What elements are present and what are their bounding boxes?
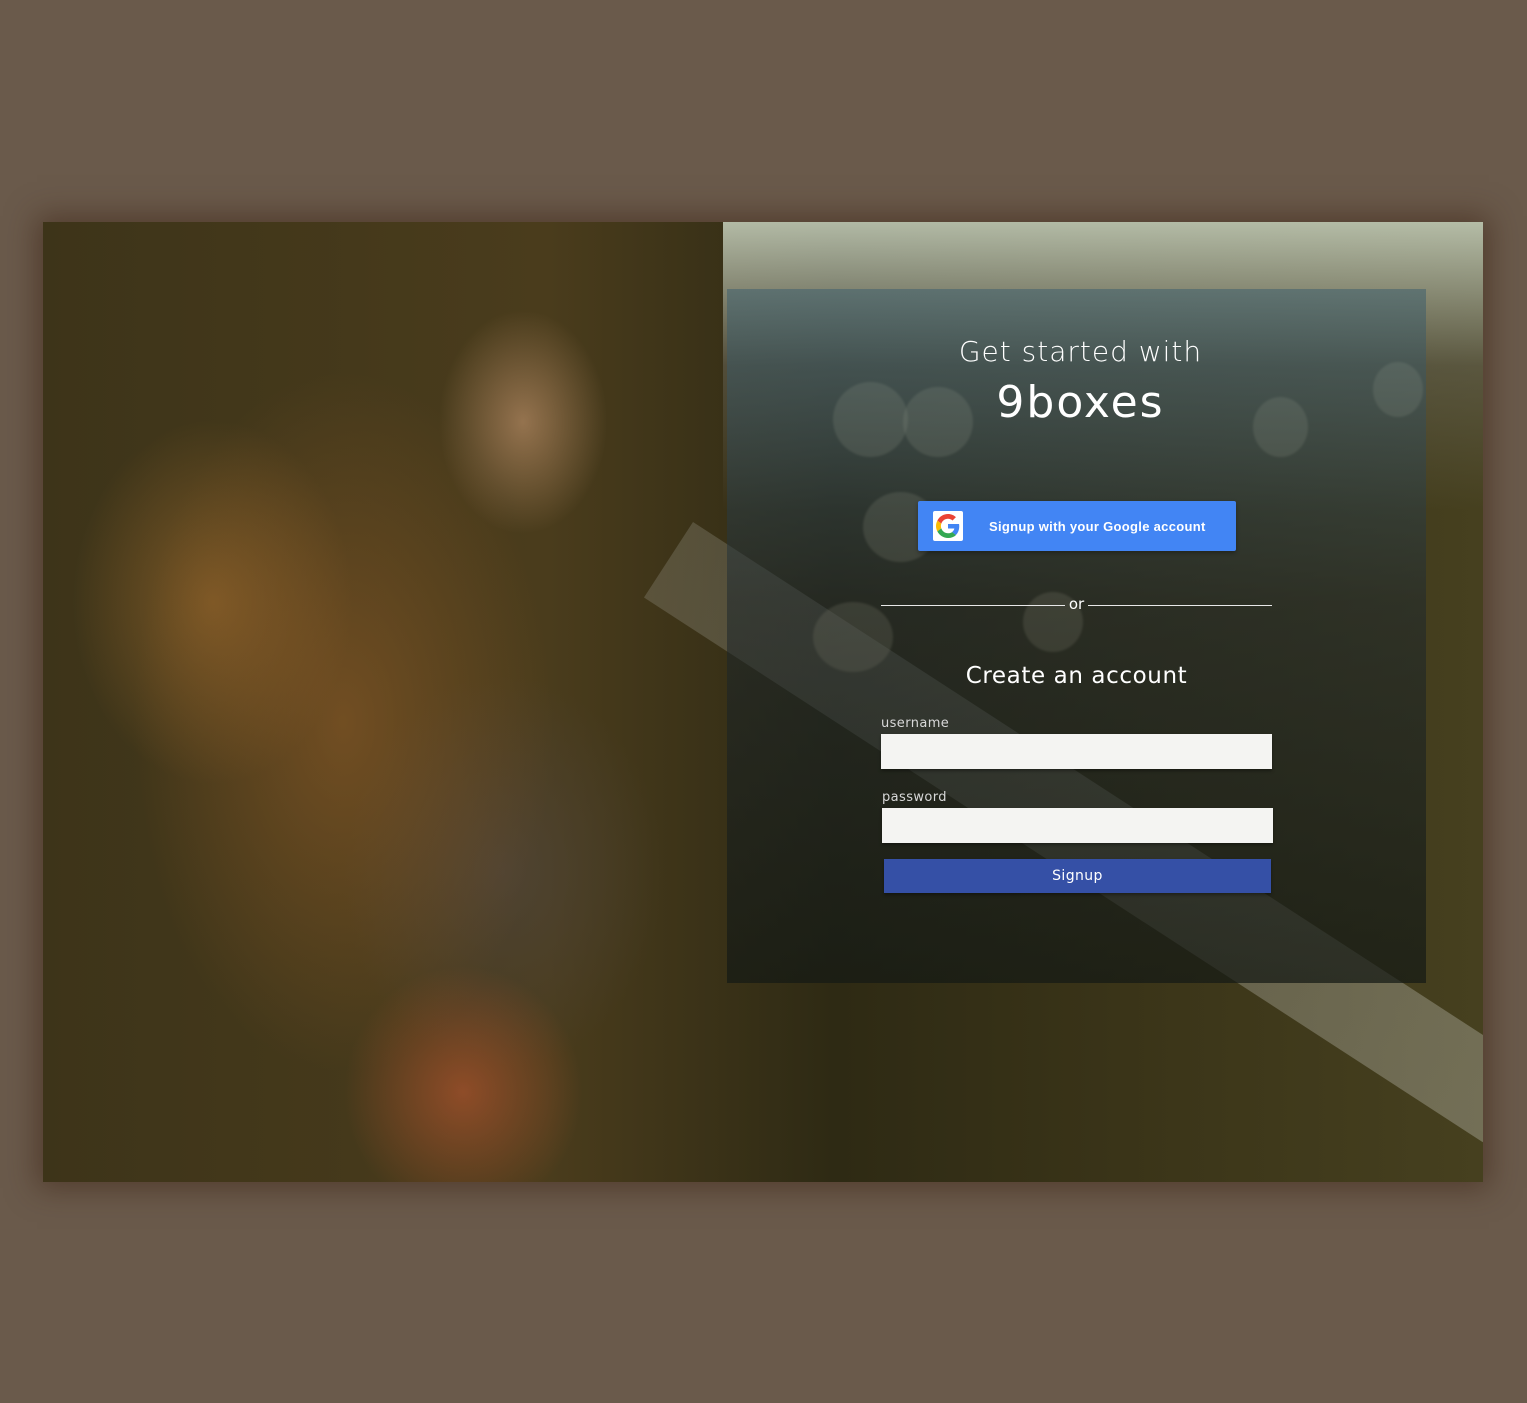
divider-text: or xyxy=(1068,595,1085,613)
password-input[interactable] xyxy=(882,808,1273,843)
password-label: password xyxy=(882,790,947,805)
signup-panel: Get started with 9boxes Signup with your… xyxy=(727,289,1426,983)
google-g-icon xyxy=(933,511,963,541)
create-account-title: Create an account xyxy=(965,663,1188,689)
divider-line-left xyxy=(881,605,1065,606)
signup-button[interactable]: Signup xyxy=(884,859,1271,893)
username-input[interactable] xyxy=(881,734,1272,769)
google-signup-label: Signup with your Google account xyxy=(989,518,1206,534)
signup-card: Get started with 9boxes Signup with your… xyxy=(43,222,1483,1182)
or-divider: or xyxy=(881,593,1272,617)
google-signup-button[interactable]: Signup with your Google account xyxy=(918,501,1236,551)
brand-title: 9boxes xyxy=(996,377,1165,428)
username-label: username xyxy=(881,716,950,731)
divider-line-right xyxy=(1088,605,1272,606)
heading-subtitle: Get started with xyxy=(958,335,1203,368)
